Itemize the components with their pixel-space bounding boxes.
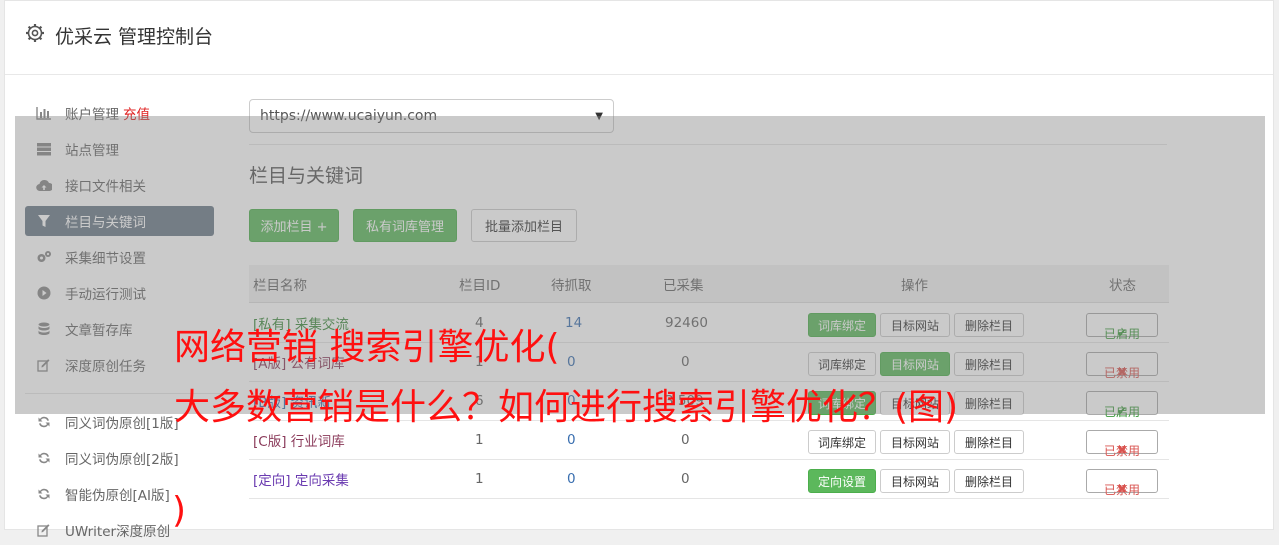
status-toggle[interactable]: ✖ 已禁用 — [1086, 430, 1158, 458]
header: 优采云 管理控制台 — [5, 1, 1273, 75]
page-title: 优采云 管理控制台 — [55, 26, 214, 48]
pending-count: 0 — [567, 471, 576, 487]
sidebar-item-label: 同义词伪原创[2版] — [65, 452, 179, 468]
gear-icon — [26, 24, 44, 42]
refresh-icon — [36, 486, 52, 502]
target-site-button[interactable]: 目标网站 — [880, 469, 950, 493]
sidebar-item-label: 同义词伪原创[1版] — [65, 416, 179, 432]
sidebar-item-label: 智能伪原创[AI版] — [65, 488, 170, 504]
sidebar-item-label: UWriter深度原创 — [65, 524, 171, 540]
delete-column-button[interactable]: 删除栏目 — [954, 469, 1024, 493]
directed-settings-button[interactable]: 定向设置 — [808, 469, 876, 493]
refresh-icon — [36, 450, 52, 466]
banner-line-2: 大多数营销是什么？如何进行搜索引擎优化？(图) — [174, 387, 959, 428]
collected-count: 0 — [681, 471, 690, 487]
target-site-button[interactable]: 目标网站 — [880, 430, 950, 454]
banner-line-3: ) — [172, 490, 187, 531]
bind-lib-button[interactable]: 词库绑定 — [808, 430, 876, 454]
column-name[interactable]: [定向] 定向采集 — [253, 460, 349, 498]
status-toggle[interactable]: ✖ 已禁用 — [1086, 469, 1158, 497]
column-id: 1 — [475, 471, 484, 487]
edit-icon — [36, 522, 52, 538]
delete-column-button[interactable]: 删除栏目 — [954, 430, 1024, 454]
refresh-icon — [36, 414, 52, 430]
sidebar-item-synonym-v2[interactable]: 同义词伪原创[2版] — [25, 443, 214, 473]
banner-line-1: 网络营销 搜索引擎优化( — [174, 327, 560, 368]
table-row: [定向] 定向采集 1 0 0 定向设置 目标网站 删除栏目 ✖ 已禁用 — [249, 460, 1169, 499]
